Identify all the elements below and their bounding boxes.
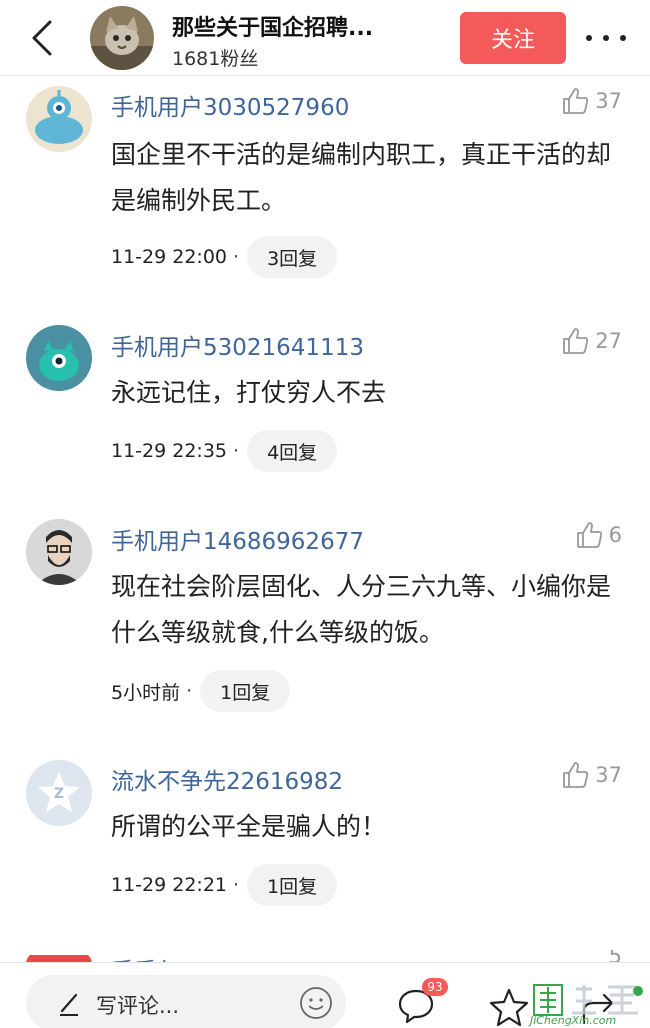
commenter-name[interactable]: 手机用户3030527960 <box>111 88 349 122</box>
like-count: 37 <box>595 89 622 113</box>
comment-meta: 5小时前 · 1回复 <box>111 670 291 712</box>
more-dot-icon <box>620 35 626 41</box>
comment-meta: 11-29 22:21 · 1回复 <box>111 864 338 906</box>
commenter-name[interactable]: 手机用户14686962677 <box>111 522 364 556</box>
comment-input[interactable]: 写评论... <box>26 975 346 1028</box>
top-bar: 那些关于国企招聘... 1681粉丝 关注 <box>0 0 650 76</box>
back-button[interactable] <box>22 16 62 60</box>
separator: · <box>233 874 240 896</box>
commenter-name[interactable]: 流水不争先22616982 <box>111 762 343 796</box>
reply-button[interactable]: 3回复 <box>247 236 338 278</box>
reply-button[interactable]: 4回复 <box>247 430 338 472</box>
comment-text: 国企里不干活的是编制内职工，真正干活的却是编制外民工。 <box>111 140 612 215</box>
svg-text:Z: Z <box>54 786 64 802</box>
separator: · <box>186 680 193 702</box>
commenter-avatar[interactable] <box>26 519 92 585</box>
comment-time: 11-29 22:35 <box>111 440 228 462</box>
like-count: 37 <box>595 763 622 787</box>
comment-meta: 11-29 22:00 · 3回复 <box>111 236 338 278</box>
like-button[interactable]: 37 <box>561 86 622 116</box>
publisher-name[interactable]: 那些关于国企招聘... <box>172 10 373 42</box>
separator: · <box>233 440 240 462</box>
like-button[interactable]: 6 <box>575 520 622 550</box>
like-count: 6 <box>608 523 622 547</box>
watermark-text: JiChengXin.com <box>530 1014 617 1027</box>
emoji-icon[interactable] <box>298 985 334 1021</box>
like-button[interactable]: 5 <box>609 950 622 962</box>
commenter-avatar[interactable]: Z <box>26 760 92 826</box>
comment-time: 11-29 22:21 <box>111 874 228 896</box>
comment-time: 5小时前 <box>111 681 181 704</box>
comment-text: 永远记住，打仗穷人不去 <box>111 378 387 407</box>
commenter-avatar[interactable] <box>26 86 92 152</box>
more-dot-icon <box>586 35 592 41</box>
separator: · <box>233 246 240 268</box>
follow-button[interactable]: 关注 <box>460 12 566 64</box>
fan-count: 1681粉丝 <box>172 48 259 70</box>
comment-count-badge: 93 <box>422 978 448 996</box>
commenter-avatar[interactable] <box>26 325 92 391</box>
like-count: 27 <box>595 329 622 353</box>
thumbs-up-icon <box>563 762 589 788</box>
reply-button[interactable]: 1回复 <box>247 864 338 906</box>
more-dot-icon <box>603 35 609 41</box>
reply-button[interactable]: 1回复 <box>200 670 291 712</box>
comment-text: 所谓的公平全是骗人的！ <box>111 812 387 841</box>
thumbs-up-icon <box>563 88 589 114</box>
publisher-avatar[interactable] <box>90 6 154 70</box>
commenter-name[interactable]: 手机用户53021641113 <box>111 328 364 362</box>
pen-icon <box>60 993 78 1016</box>
comment-time: 11-29 22:00 <box>111 246 228 268</box>
comment-placeholder: 写评论... <box>96 994 180 1018</box>
like-count: 5 <box>608 950 622 962</box>
thumbs-up-icon <box>563 328 589 354</box>
comment-text: 现在社会阶层固化、人分三六九等、小编你是什么等级就食,什么等级的饭。 <box>111 572 612 647</box>
chevron-left-icon <box>32 20 52 56</box>
commenter-name[interactable]: 手手仁 <box>111 952 180 962</box>
like-button[interactable]: 37 <box>561 760 622 790</box>
comment-meta: 11-29 22:35 · 4回复 <box>111 430 338 472</box>
like-button[interactable]: 27 <box>561 326 622 356</box>
more-button[interactable] <box>586 30 626 46</box>
star-icon[interactable] <box>488 987 530 1027</box>
thumbs-up-icon <box>576 522 602 548</box>
